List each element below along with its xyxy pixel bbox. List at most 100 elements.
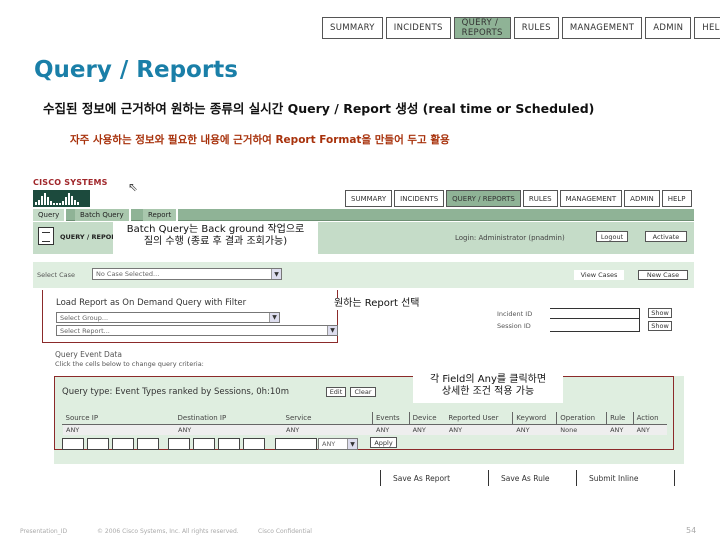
cell-events[interactable]: ANY <box>372 424 410 435</box>
col-source-ip: Source IP <box>62 412 175 425</box>
cell-keyword[interactable]: ANY <box>512 424 557 435</box>
app-nav-management[interactable]: MANAGEMENT <box>559 190 623 207</box>
cell-rule[interactable]: ANY <box>606 424 634 435</box>
source-ip-octet-1[interactable] <box>62 438 84 450</box>
batch-query-callout: Batch Query는 Back ground 작업으로 질의 수행 (종료 … <box>113 222 318 256</box>
incident-id-input[interactable] <box>550 308 640 319</box>
field-callout-line2: 상세한 조건 적용 가능 <box>441 386 535 397</box>
login-info: Login: Administrator (pnadmin) <box>455 234 565 242</box>
clear-button[interactable]: Clear <box>350 387 376 397</box>
edit-button[interactable]: Edit <box>326 387 346 397</box>
batch-callout-line1: Batch Query는 Back ground 작업으로 <box>126 224 305 235</box>
query-event-hint: Click the cells below to change query cr… <box>55 360 204 368</box>
table-row: ANY ANY ANY ANY ANY ANY ANY None ANY ANY <box>62 424 667 435</box>
service-protocol-value: ANY <box>322 440 336 448</box>
query-event-title: Query Event Data <box>55 350 122 359</box>
save-as-report-button[interactable]: Save As Report <box>380 470 490 486</box>
load-report-title: Load Report as On Demand Query with Filt… <box>56 298 247 308</box>
save-as-rule-button[interactable]: Save As Rule <box>488 470 578 486</box>
app-nav-rules[interactable]: RULES <box>522 190 558 207</box>
nav-admin[interactable]: ADMIN <box>645 17 692 39</box>
query-document-icon <box>38 227 54 245</box>
cell-service[interactable]: ANY <box>282 424 373 435</box>
cell-operation[interactable]: None <box>556 424 607 435</box>
app-nav-incidents[interactable]: INCIDENTS <box>394 190 445 207</box>
field-callout-line1: 각 Field의 Any를 클릭하면 <box>429 374 547 385</box>
nav-query-reports[interactable]: QUERY / REPORTS <box>453 17 511 39</box>
chevron-down-icon: ▼ <box>269 313 279 322</box>
source-ip-octet-4[interactable] <box>137 438 159 450</box>
activate-button[interactable]: Activate <box>645 231 687 242</box>
destination-ip-inputs <box>168 438 265 450</box>
top-nav: SUMMARY INCIDENTS QUERY / REPORTS RULES … <box>322 17 720 39</box>
cell-reported-user[interactable]: ANY <box>445 424 513 435</box>
source-ip-inputs <box>62 438 159 450</box>
nav-management[interactable]: MANAGEMENT <box>561 17 643 39</box>
app-nav-help[interactable]: HELP <box>661 190 692 207</box>
nav-rules[interactable]: RULES <box>513 17 559 39</box>
cell-source-ip[interactable]: ANY <box>62 424 175 435</box>
view-cases-button[interactable]: View Cases <box>574 270 624 280</box>
logout-button[interactable]: Logout <box>596 231 628 242</box>
slide-subtitle-secondary: 자주 사용하는 정보와 필요한 내용에 근거하여 Report Format을 … <box>70 134 450 146</box>
destination-ip-octet-3[interactable] <box>218 438 240 450</box>
select-group-value: Select Group... <box>60 313 109 322</box>
select-case-value: No Case Selected... <box>96 270 160 278</box>
cell-device[interactable]: ANY <box>409 424 446 435</box>
cell-destination-ip[interactable]: ANY <box>174 424 283 435</box>
chevron-down-icon: ▼ <box>271 269 281 279</box>
cisco-logo-icon <box>33 190 90 207</box>
session-id-input[interactable] <box>550 321 640 332</box>
destination-ip-octet-4[interactable] <box>243 438 265 450</box>
apply-button[interactable]: Apply <box>370 437 397 448</box>
nav-summary[interactable]: SUMMARY <box>322 17 383 39</box>
show-session-button[interactable]: Show <box>648 321 672 331</box>
new-case-button[interactable]: New Case <box>638 270 688 280</box>
batch-callout-line2: 질의 수행 (종료 후 결과 조회가능) <box>143 236 288 247</box>
col-keyword: Keyword <box>512 412 557 425</box>
service-protocol-select[interactable]: ANY ▼ <box>318 438 358 450</box>
col-service: Service <box>282 412 373 425</box>
cell-action[interactable]: ANY <box>633 424 667 435</box>
field-any-callout: 각 Field의 Any를 클릭하면 상세한 조건 적용 가능 <box>413 373 563 403</box>
app-nav-summary[interactable]: SUMMARY <box>345 190 393 207</box>
query-criteria-table: Source IP Destination IP Service Events … <box>62 412 667 435</box>
col-operation: Operation <box>556 412 607 425</box>
session-id-label: Session ID <box>497 322 531 330</box>
slide-subtitle: 수집된 정보에 근거하여 원하는 종류의 실시간 Query / Report … <box>43 101 595 116</box>
show-incident-button[interactable]: Show <box>648 308 672 318</box>
chevron-down-icon: ▼ <box>327 326 337 335</box>
col-destination-ip: Destination IP <box>174 412 283 425</box>
subtab-batch-query[interactable]: Batch Query <box>75 209 131 221</box>
destination-ip-octet-2[interactable] <box>193 438 215 450</box>
incident-id-label: Incident ID <box>497 310 533 318</box>
cisco-logo-text: CISCO SYSTEMS <box>33 178 108 187</box>
col-action: Action <box>632 412 667 425</box>
subtab-query[interactable]: Query <box>33 209 67 221</box>
subtabs-bar: Jan 2, 2006 10:44:24 AM PST <box>33 209 694 427</box>
select-case-label: Select Case <box>37 271 76 279</box>
select-group-dropdown[interactable]: Select Group... ▼ <box>56 312 280 323</box>
service-input[interactable] <box>275 438 317 450</box>
app-nav-query-reports[interactable]: QUERY / REPORTS <box>446 190 521 207</box>
col-device: Device <box>408 412 446 425</box>
select-case-dropdown[interactable]: No Case Selected... ▼ <box>92 268 282 280</box>
destination-ip-octet-1[interactable] <box>168 438 190 450</box>
nav-incidents[interactable]: INCIDENTS <box>385 17 451 39</box>
subtab-report[interactable]: Report <box>143 209 179 221</box>
app-nav-admin[interactable]: ADMIN <box>624 190 660 207</box>
source-ip-octet-2[interactable] <box>87 438 109 450</box>
query-type: Query type: Event Types ranked by Sessio… <box>62 387 289 397</box>
mouse-cursor-icon: ⇖ <box>128 180 139 194</box>
page-number: 54 <box>686 526 697 535</box>
source-ip-octet-3[interactable] <box>112 438 134 450</box>
table-header-row: Source IP Destination IP Service Events … <box>62 412 667 425</box>
col-events: Events <box>372 412 410 425</box>
action-divider <box>674 470 675 486</box>
nav-help[interactable]: HELP <box>694 17 720 39</box>
slide-title: Query / Reports <box>34 57 238 83</box>
footer-confidential: Cisco Confidential <box>258 528 312 535</box>
select-report-dropdown[interactable]: Select Report... ▼ <box>56 325 338 336</box>
app-nav: SUMMARY INCIDENTS QUERY / REPORTS RULES … <box>345 190 692 207</box>
submit-inline-button[interactable]: Submit Inline <box>576 470 676 486</box>
